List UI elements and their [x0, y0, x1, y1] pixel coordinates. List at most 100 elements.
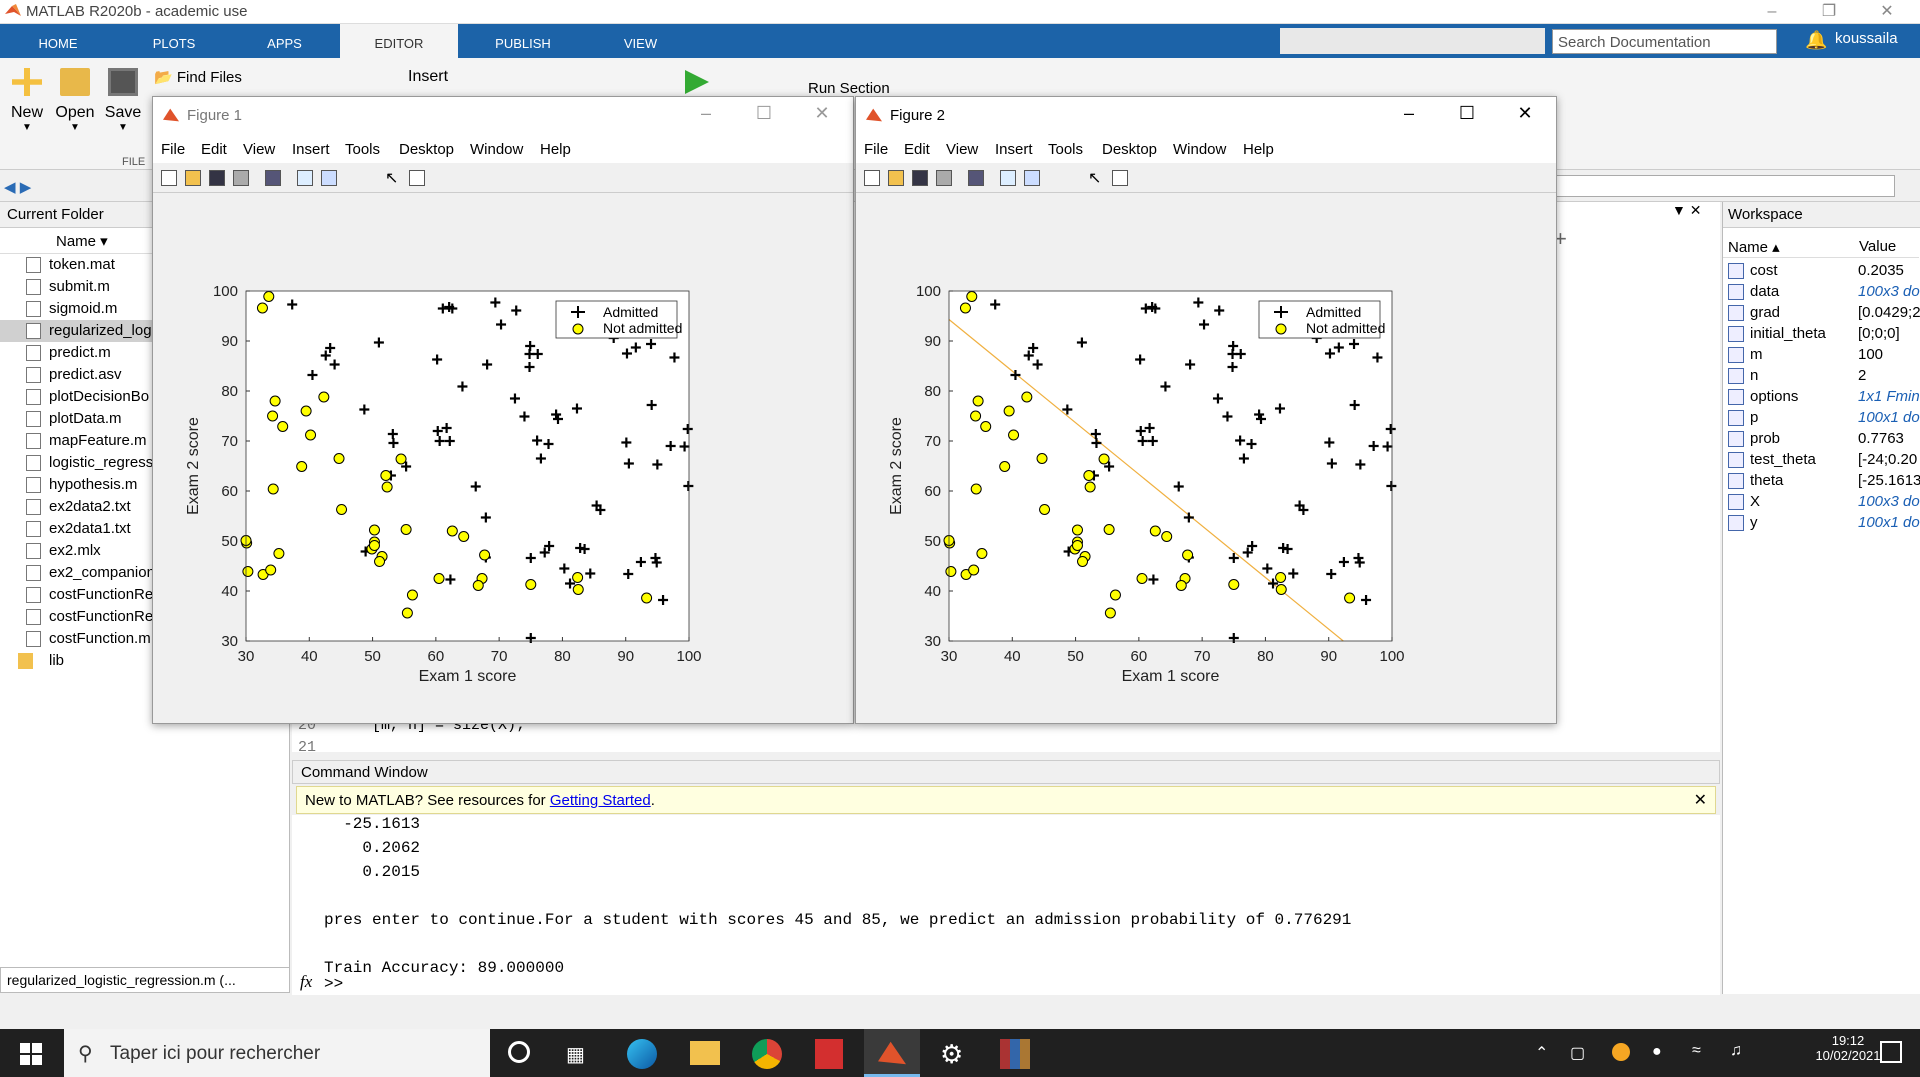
save-figure-icon[interactable]: [209, 170, 225, 186]
menu-desktop[interactable]: Desktop: [1102, 141, 1157, 158]
onedrive-icon[interactable]: [1612, 1043, 1630, 1061]
menu-window[interactable]: Window: [470, 141, 523, 158]
notification-icon[interactable]: [1880, 1041, 1902, 1063]
taskbar-search[interactable]: ⚲ Taper ici pour rechercher: [64, 1029, 490, 1077]
workspace-variable[interactable]: cost 0.2035: [1723, 260, 1919, 281]
ws-name-col[interactable]: Name ▴: [1728, 238, 1780, 256]
link-plot-icon[interactable]: [265, 170, 281, 186]
menu-help[interactable]: Help: [1243, 141, 1274, 158]
run-section-button[interactable]: Run Section: [808, 80, 890, 97]
pointer-icon[interactable]: ↖: [385, 168, 398, 188]
insert-button[interactable]: Insert: [408, 68, 448, 86]
minimize-icon[interactable]: –: [691, 103, 721, 124]
close-icon[interactable]: ✕: [1865, 0, 1909, 24]
new-figure-icon[interactable]: [864, 170, 880, 186]
open-file-icon[interactable]: [185, 170, 201, 186]
getting-started-link[interactable]: Getting Started: [550, 792, 651, 809]
security-icon[interactable]: ●: [1652, 1043, 1662, 1061]
menu-tools[interactable]: Tools: [345, 141, 380, 158]
menu-tools[interactable]: Tools: [1048, 141, 1083, 158]
menu-insert[interactable]: Insert: [995, 141, 1033, 158]
acrobat-icon[interactable]: [815, 1039, 843, 1069]
save-figure-icon[interactable]: [912, 170, 928, 186]
colorbar-icon[interactable]: [1000, 170, 1016, 186]
wifi-icon[interactable]: ≈: [1692, 1042, 1701, 1060]
menu-insert[interactable]: Insert: [292, 141, 330, 158]
minimize-icon[interactable]: –: [1750, 0, 1794, 24]
workspace-variable[interactable]: p 100x1 do: [1723, 407, 1920, 428]
scatter-plot-2[interactable]: 30 40 50 60 70 80 90 100 30 40 50 60 70 80 90 100 Exam 1…: [856, 194, 1556, 724]
legend-icon[interactable]: [321, 170, 337, 186]
new-figure-icon[interactable]: [161, 170, 177, 186]
menu-desktop[interactable]: Desktop: [399, 141, 454, 158]
settings-gear-icon[interactable]: ⚙: [940, 1039, 963, 1070]
open-button[interactable]: Open ▼: [50, 68, 100, 133]
maximize-icon[interactable]: ☐: [749, 103, 779, 124]
minimize-icon[interactable]: –: [1394, 103, 1424, 124]
workspace-variable[interactable]: m 100: [1723, 344, 1919, 365]
figure-1-window[interactable]: Figure 1 – ☐ ✕ File Edit View Insert Too…: [152, 96, 854, 724]
task-view-icon[interactable]: ▦: [566, 1042, 585, 1067]
legend-icon[interactable]: [1024, 170, 1040, 186]
menu-help[interactable]: Help: [540, 141, 571, 158]
maximize-icon[interactable]: ☐: [1452, 103, 1482, 124]
link-plot-icon[interactable]: [968, 170, 984, 186]
chrome-icon[interactable]: [752, 1039, 782, 1069]
workspace-variable[interactable]: data 100x3 do: [1723, 281, 1920, 302]
menu-file[interactable]: File: [161, 141, 185, 158]
winrar-icon[interactable]: [1000, 1039, 1030, 1069]
back-icon[interactable]: ◀ ▶: [4, 178, 31, 196]
add-tab-icon[interactable]: +: [1554, 226, 1584, 251]
workspace-variable[interactable]: X 100x3 do: [1723, 491, 1920, 512]
colorbar-icon[interactable]: [297, 170, 313, 186]
workspace-variable[interactable]: y 100x1 do: [1723, 512, 1920, 533]
windows-start-icon[interactable]: [20, 1043, 42, 1065]
banner-close-icon[interactable]: ✕: [1694, 790, 1707, 810]
volume-icon[interactable]: ♫: [1730, 1042, 1742, 1060]
menu-view[interactable]: View: [243, 141, 275, 158]
scatter-plot-1[interactable]: 30 40 50 60 70 80 90 100 30 40 50 60 70 80 90 100 Exam 1…: [153, 194, 853, 724]
find-files-button[interactable]: 📂 Find Files: [154, 68, 242, 86]
menu-file[interactable]: File: [864, 141, 888, 158]
tab-editor[interactable]: EDITOR: [340, 24, 458, 58]
clock[interactable]: 19:12 10/02/2021: [1808, 1033, 1888, 1063]
menu-window[interactable]: Window: [1173, 141, 1226, 158]
close-icon[interactable]: ✕: [807, 103, 837, 124]
print-icon[interactable]: [233, 170, 249, 186]
new-button[interactable]: New ▼: [2, 68, 52, 133]
run-icon[interactable]: [685, 70, 709, 94]
path-input[interactable]: [1555, 175, 1895, 197]
user-account[interactable]: koussaila: [1835, 30, 1898, 47]
tab-publish[interactable]: PUBLISH: [458, 24, 588, 58]
tab-view[interactable]: VIEW: [588, 24, 693, 58]
bell-icon[interactable]: 🔔: [1805, 30, 1827, 50]
property-editor-icon[interactable]: [1112, 170, 1128, 186]
ws-value-col[interactable]: Value: [1859, 238, 1896, 255]
workspace-variable[interactable]: n2: [1723, 365, 1919, 386]
chevron-up-icon[interactable]: ⌃: [1535, 1043, 1548, 1063]
command-prompt[interactable]: >>: [324, 975, 343, 993]
workspace-variable[interactable]: grad [0.0429;2: [1723, 302, 1920, 323]
tab-apps[interactable]: APPS: [232, 24, 337, 58]
workspace-variable[interactable]: prob 0.7763: [1723, 428, 1919, 449]
workspace-variable[interactable]: initial_theta [0;0;0]: [1723, 323, 1919, 344]
tab-plots[interactable]: PLOTS: [116, 24, 232, 58]
command-window[interactable]: -25.1613 0.2062 0.2015 pres enter to con…: [292, 815, 1720, 995]
close-icon[interactable]: ✕: [1510, 103, 1540, 124]
menu-edit[interactable]: Edit: [904, 141, 930, 158]
file-explorer-icon[interactable]: [690, 1041, 720, 1065]
open-file-icon[interactable]: [888, 170, 904, 186]
pointer-icon[interactable]: ↖: [1088, 168, 1101, 188]
editor-close-icon[interactable]: ▼ ✕: [1672, 202, 1720, 228]
search-documentation-input[interactable]: Search Documentation: [1552, 29, 1777, 54]
current-folder-details[interactable]: regularized_logistic_regression.m (...: [0, 967, 290, 993]
edge-icon[interactable]: [627, 1039, 657, 1069]
cortana-icon[interactable]: [508, 1041, 530, 1063]
print-icon[interactable]: [936, 170, 952, 186]
property-editor-icon[interactable]: [409, 170, 425, 186]
workspace-variable[interactable]: options 1x1 Fmin: [1723, 386, 1920, 407]
figure-2-window[interactable]: Figure 2 – ☐ ✕ File Edit View Insert Too…: [855, 96, 1557, 724]
workspace-variable[interactable]: test_theta [-24;0.20: [1723, 449, 1919, 470]
restore-icon[interactable]: ❐: [1807, 0, 1851, 24]
menu-edit[interactable]: Edit: [201, 141, 227, 158]
